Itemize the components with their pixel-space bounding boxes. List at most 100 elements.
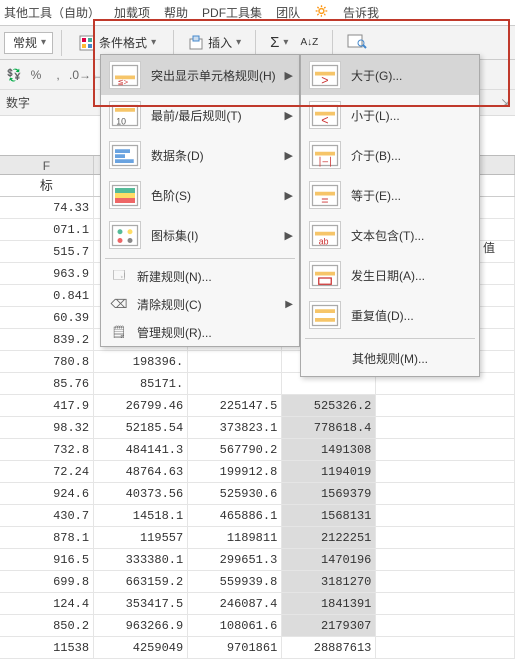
cell[interactable]: 963.9: [0, 263, 94, 284]
cell[interactable]: 9701861: [188, 637, 282, 658]
cell[interactable]: 3181270: [282, 571, 376, 592]
cell[interactable]: 525930.6: [188, 483, 282, 504]
cell[interactable]: 963266.9: [94, 615, 188, 636]
submenu-text-contains[interactable]: ab 文本包含(T)...: [301, 215, 479, 255]
cell[interactable]: 4259049: [94, 637, 188, 658]
cell[interactable]: 14518.1: [94, 505, 188, 526]
sort-filter-button[interactable]: A↓Z: [294, 30, 324, 56]
hdr-cell[interactable]: 标: [0, 175, 94, 196]
tellme[interactable]: 告诉我: [343, 4, 379, 21]
cell[interactable]: 525326.2: [282, 395, 376, 416]
cell[interactable]: 225147.5: [188, 395, 282, 416]
cell[interactable]: 74.33: [0, 197, 94, 218]
tab-othertools[interactable]: 其他工具（自助）: [4, 4, 100, 21]
cell[interactable]: [376, 483, 515, 504]
cell[interactable]: 465886.1: [188, 505, 282, 526]
tab-pdf[interactable]: PDF工具集: [202, 4, 262, 21]
cell[interactable]: 484141.3: [94, 439, 188, 460]
cell[interactable]: 559939.8: [188, 571, 282, 592]
cell[interactable]: 26799.46: [94, 395, 188, 416]
cell[interactable]: [188, 351, 282, 372]
cell[interactable]: 663159.2: [94, 571, 188, 592]
menu-new-rule[interactable]: 🗔 新建规则(N)...: [101, 262, 299, 290]
cell[interactable]: 778618.4: [282, 417, 376, 438]
submenu-less-than[interactable]: < 小于(L)...: [301, 95, 479, 135]
cell[interactable]: 780.8: [0, 351, 94, 372]
submenu-date-occurring[interactable]: 发生日期(A)...: [301, 255, 479, 295]
cell[interactable]: 850.2: [0, 615, 94, 636]
cell[interactable]: 2122251: [282, 527, 376, 548]
insert-button[interactable]: 插入▾: [182, 30, 247, 56]
cell[interactable]: 333380.1: [94, 549, 188, 570]
colhdr-f[interactable]: F: [0, 156, 94, 174]
menu-highlight-rules[interactable]: ≦> 突出显示单元格规则(H) ▶: [101, 55, 299, 95]
cell[interactable]: 124.4: [0, 593, 94, 614]
cell[interactable]: 732.8: [0, 439, 94, 460]
cell[interactable]: [376, 439, 515, 460]
percent-icon[interactable]: %: [28, 67, 44, 83]
submenu-equal-to[interactable]: = 等于(E)...: [301, 175, 479, 215]
cell[interactable]: [376, 637, 515, 658]
cell[interactable]: 11538: [0, 637, 94, 658]
cell[interactable]: [376, 549, 515, 570]
cell[interactable]: 72.24: [0, 461, 94, 482]
cell[interactable]: 108061.6: [188, 615, 282, 636]
cell[interactable]: 40373.56: [94, 483, 188, 504]
cell[interactable]: [376, 505, 515, 526]
cell[interactable]: 924.6: [0, 483, 94, 504]
cell[interactable]: 353417.5: [94, 593, 188, 614]
increase-decimal-icon[interactable]: .0→: [72, 67, 88, 83]
cell[interactable]: 199912.8: [188, 461, 282, 482]
cell[interactable]: 430.7: [0, 505, 94, 526]
number-format-combo[interactable]: 常规▾: [4, 32, 53, 54]
cell[interactable]: [376, 417, 515, 438]
cell[interactable]: [376, 615, 515, 636]
cell[interactable]: 878.1: [0, 527, 94, 548]
currency-icon[interactable]: 💱: [6, 67, 22, 83]
menu-color-scales[interactable]: 色阶(S) ▶: [101, 175, 299, 215]
submenu-greater-than[interactable]: > 大于(G)...: [301, 55, 479, 95]
cell[interactable]: 916.5: [0, 549, 94, 570]
cell[interactable]: 98.32: [0, 417, 94, 438]
conditional-format-button[interactable]: 条件格式▾: [70, 30, 165, 56]
dialog-launcher-icon[interactable]: ↘: [501, 97, 509, 108]
cell[interactable]: 699.8: [0, 571, 94, 592]
cell[interactable]: 1568131: [282, 505, 376, 526]
cell[interactable]: 1194019: [282, 461, 376, 482]
cell[interactable]: 417.9: [0, 395, 94, 416]
cell[interactable]: 515.7: [0, 241, 94, 262]
cell[interactable]: 0.841: [0, 285, 94, 306]
cell[interactable]: 1491308: [282, 439, 376, 460]
cell[interactable]: 85.76: [0, 373, 94, 394]
cell[interactable]: [376, 461, 515, 482]
tab-addins[interactable]: 加载项: [114, 4, 150, 21]
cell[interactable]: 48764.63: [94, 461, 188, 482]
submenu-more-rules[interactable]: 其他规则(M)...: [301, 342, 479, 376]
cell[interactable]: 85171.: [94, 373, 188, 394]
cell[interactable]: 839.2: [0, 329, 94, 350]
cell[interactable]: 2179307: [282, 615, 376, 636]
cell[interactable]: 1569379: [282, 483, 376, 504]
comma-icon[interactable]: ,: [50, 67, 66, 83]
cell[interactable]: 119557: [94, 527, 188, 548]
autosum-button[interactable]: Σ▾: [264, 30, 294, 56]
cell[interactable]: [188, 373, 282, 394]
cell[interactable]: 567790.2: [188, 439, 282, 460]
menu-icon-sets[interactable]: 图标集(I) ▶: [101, 215, 299, 255]
submenu-duplicate-values[interactable]: 重复值(D)...: [301, 295, 479, 335]
submenu-between[interactable]: ∣–∣ 介于(B)...: [301, 135, 479, 175]
menu-top-bottom-rules[interactable]: 10 最前/最后规则(T) ▶: [101, 95, 299, 135]
cell[interactable]: [376, 571, 515, 592]
cell[interactable]: 198396.: [94, 351, 188, 372]
cell[interactable]: 373823.1: [188, 417, 282, 438]
cell[interactable]: 1470196: [282, 549, 376, 570]
cell[interactable]: 1189811: [188, 527, 282, 548]
cell[interactable]: 52185.54: [94, 417, 188, 438]
cell[interactable]: 60.39: [0, 307, 94, 328]
cell[interactable]: 246087.4: [188, 593, 282, 614]
cell[interactable]: [376, 527, 515, 548]
find-button[interactable]: [341, 30, 373, 56]
tab-team[interactable]: 团队: [276, 4, 300, 21]
menu-manage-rules[interactable]: 🗒 管理规则(R)...: [101, 318, 299, 346]
menu-data-bars[interactable]: 数据条(D) ▶: [101, 135, 299, 175]
